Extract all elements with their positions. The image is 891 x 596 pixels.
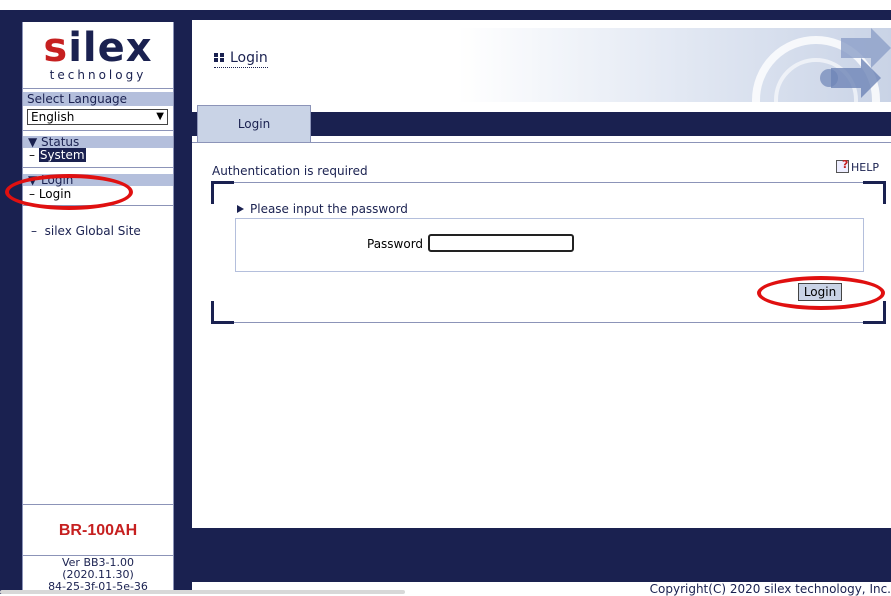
corner-decoration — [211, 181, 234, 204]
help-label: HELP — [851, 161, 879, 174]
divider — [23, 167, 173, 168]
grid-icon — [214, 53, 224, 62]
divider — [23, 504, 173, 505]
page-title: Login — [214, 50, 268, 68]
corner-decoration — [211, 301, 234, 324]
help-icon — [836, 158, 849, 173]
version-info: Ver BB3-1.00 (2020.11.30) 84-25-3f-01-5e… — [23, 557, 173, 593]
logo-letter-s: s — [43, 25, 69, 71]
page-title-text: Login — [230, 50, 268, 66]
horizontal-scrollbar[interactable] — [0, 590, 405, 594]
password-input[interactable] — [428, 234, 574, 252]
corner-decoration — [863, 181, 886, 204]
main-frame-left — [178, 10, 192, 594]
tab-divider — [192, 142, 891, 143]
model-name: BR-100AH — [58, 522, 138, 539]
logo-word: ilex — [68, 25, 153, 71]
language-select[interactable]: English ▼ — [27, 109, 168, 125]
annotation-circle-login-button — [757, 276, 885, 310]
footer-bar — [192, 528, 891, 582]
password-prompt-text: Please input the password — [250, 202, 408, 216]
chevron-down-icon: ▼ — [156, 111, 164, 122]
language-label: Select Language — [23, 92, 173, 106]
triangle-right-icon — [237, 205, 244, 213]
sidebar-item-label: System — [38, 148, 86, 162]
sidebar-item-system[interactable]: – System — [29, 148, 86, 162]
password-panel: Password : — [235, 218, 864, 272]
annotation-circle-login-nav — [5, 174, 133, 210]
tab-login[interactable]: Login — [197, 105, 311, 142]
global-site-link[interactable]: – silex Global Site — [31, 224, 141, 238]
silex-logo[interactable]: silex technology — [23, 22, 173, 89]
sidebar: silex technology Select Language English… — [22, 22, 174, 594]
global-site-label: silex Global Site — [44, 224, 141, 238]
divider — [23, 130, 173, 131]
auth-message: Authentication is required — [212, 164, 368, 178]
password-label: Password : — [367, 237, 431, 251]
password-prompt: Please input the password — [237, 202, 408, 216]
header-decoration-icon — [752, 28, 891, 102]
language-value: English — [31, 110, 75, 124]
help-link[interactable]: HELP — [836, 158, 879, 174]
nav-head-status[interactable]: ▼ Status — [23, 136, 173, 148]
